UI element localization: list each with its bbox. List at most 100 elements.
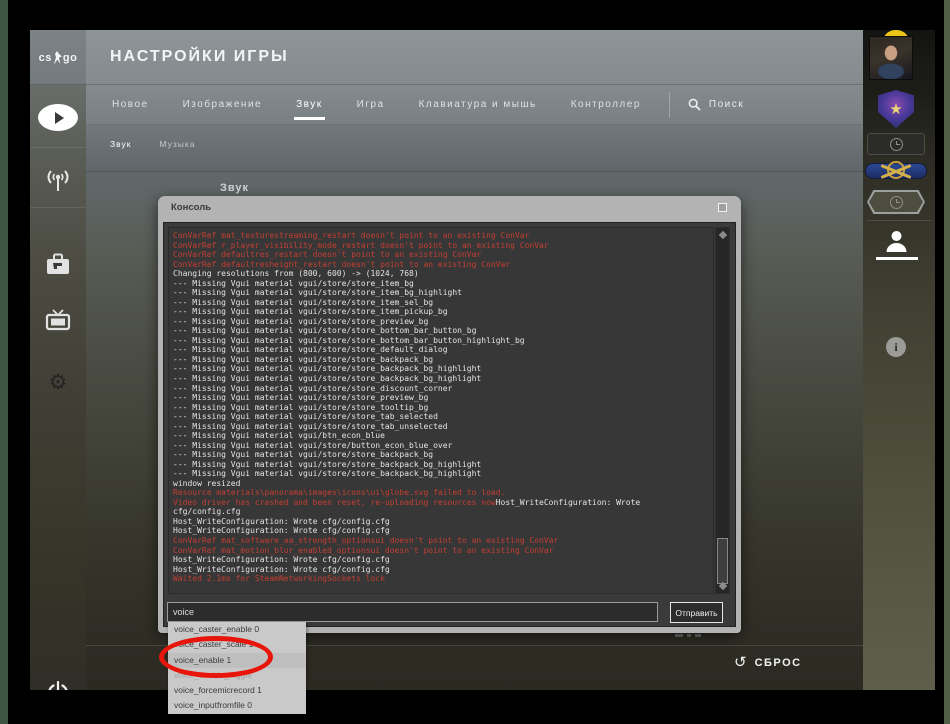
autocomplete-item[interactable]: voice_inputfromfile 0 <box>168 698 306 713</box>
console-line: --- Missing Vgui material vgui/store/sto… <box>173 469 713 479</box>
console-line: --- Missing Vgui material vgui/store/sto… <box>173 412 713 422</box>
sidebar-item-loadout[interactable] <box>30 253 86 277</box>
console-line: --- Missing Vgui material vgui/store/but… <box>173 441 713 451</box>
nav-tabs: Новое Изображение Звук Игра Клавиатура и мыш… <box>110 87 643 122</box>
tab-звук[interactable]: Звук <box>294 87 325 122</box>
autocomplete-item[interactable]: voice_enable 1 <box>168 653 306 668</box>
reset-label: СБРОС <box>755 657 802 669</box>
logo-go-text: go <box>63 52 77 64</box>
console-line: --- Missing Vgui material vgui/btn_econ_… <box>173 431 713 441</box>
console-line: Video driver has crashed and been reset,… <box>173 498 713 508</box>
subtab-музыка[interactable]: Музыка <box>159 139 195 149</box>
search-icon <box>688 98 701 111</box>
csgo-soldier-icon <box>53 51 62 65</box>
main-nav: Новое Изображение Звук Игра Клавиатура и мыш… <box>30 85 863 125</box>
window-restore-button[interactable] <box>718 203 727 212</box>
clock-icon <box>890 138 903 151</box>
info-icon: i <box>894 340 897 355</box>
avatar[interactable] <box>869 36 913 80</box>
rank-star-icon: ★ <box>889 100 902 118</box>
sidebar-item-play[interactable] <box>30 104 86 131</box>
autocomplete-item[interactable]: voice_forcemicrecord 1 <box>168 683 306 698</box>
left-sidebar: ⚙ <box>30 85 86 690</box>
console-line: ConVarRef mat_software_aa_strength_optio… <box>173 536 713 546</box>
console-line: --- Missing Vgui material vgui/store/sto… <box>173 298 713 308</box>
console-line: Waited 2.1ms for SteamNetworkingSockets … <box>173 574 713 584</box>
subtab-звук[interactable]: Звук <box>110 139 131 149</box>
console-line: --- Missing Vgui material vgui/store/sto… <box>173 288 713 298</box>
settings-gear-icon: ⚙ <box>49 372 68 392</box>
page-edge-right <box>944 0 950 724</box>
csgo-logo[interactable]: cs go <box>30 30 86 85</box>
right-sidebar: ★ i <box>863 30 935 690</box>
console-autocomplete-list: voice_caster_enable 0voice_caster_scale … <box>168 622 306 714</box>
hex-clock-slot[interactable] <box>867 190 925 214</box>
console-line: ConVarRef defaultres_restart doesn't poi… <box>173 250 713 260</box>
page-edge-left <box>0 0 8 724</box>
console-line: Changing resolutions from (800, 600) -> … <box>173 269 713 279</box>
scrollbar-thumb[interactable] <box>717 538 728 584</box>
sidebar-divider <box>30 147 86 148</box>
console-command-input[interactable] <box>167 602 658 622</box>
nav-divider <box>669 92 670 118</box>
sidebar-divider <box>30 207 86 208</box>
service-medal[interactable] <box>866 157 926 187</box>
power-icon <box>46 681 70 690</box>
console-line: Host_WriteConfiguration: Wrote cfg/confi… <box>173 565 713 575</box>
console-line: ConVarRef mat_motion_blur_enabled_option… <box>173 546 713 556</box>
profile-button[interactable] <box>883 228 910 255</box>
console-line: --- Missing Vgui material vgui/store/sto… <box>173 336 713 346</box>
console-line: cfg/config.cfg <box>173 507 713 517</box>
sidebar-item-watch[interactable] <box>30 309 86 333</box>
tab-контроллер[interactable]: Контроллер <box>569 87 643 122</box>
autocomplete-item[interactable]: voice_caster_scale 1 <box>168 637 306 652</box>
page-title: НАСТРОЙКИ ИГРЫ <box>110 48 289 66</box>
console-line: Host_WriteConfiguration: Wrote cfg/confi… <box>173 517 713 527</box>
scroll-up-arrow-icon[interactable] <box>719 231 727 239</box>
console-line: ConVarRef mat_texturestreaming_restart d… <box>173 231 713 241</box>
console-line: ConVarRef defaultresheight_restart doesn… <box>173 260 713 270</box>
console-line: --- Missing Vgui material vgui/store/sto… <box>173 384 713 394</box>
tab-клавиатура-и-мышь[interactable]: Клавиатура и мышь <box>417 87 539 122</box>
console-line: ConVarRef r_player_visibility_mode_resta… <box>173 241 713 251</box>
console-window: Консоль ConVarRef mat_texturestreaming_r… <box>158 196 741 633</box>
logo-cs-text: cs <box>39 52 52 64</box>
console-line: --- Missing Vgui material vgui/store/sto… <box>173 374 713 384</box>
autocomplete-item[interactable]: voice_enable_toggle <box>168 668 306 683</box>
tab-изображение[interactable]: Изображение <box>181 87 265 122</box>
console-scrollbar[interactable] <box>715 227 730 594</box>
window-resize-grip[interactable] <box>675 634 701 637</box>
console-line: --- Missing Vgui material vgui/store/sto… <box>173 326 713 336</box>
console-line: --- Missing Vgui material vgui/store/sto… <box>173 279 713 289</box>
top-zone: cs go НАСТРОЙКИ ИГРЫ НовоеИзображениеЗву… <box>30 30 863 172</box>
reset-history-icon: ↺ <box>734 655 747 670</box>
console-line: --- Missing Vgui material vgui/store/sto… <box>173 307 713 317</box>
sidebar-item-quit[interactable] <box>30 681 86 690</box>
clock-slot[interactable] <box>867 133 925 155</box>
clock-icon <box>890 196 903 209</box>
console-line: --- Missing Vgui material vgui/store/sto… <box>173 364 713 374</box>
reset-button[interactable]: ↺ СБРОС <box>734 655 802 670</box>
console-line: window resized <box>173 479 713 489</box>
submit-button[interactable]: Отправить <box>670 602 723 623</box>
console-line: --- Missing Vgui material vgui/store/sto… <box>173 345 713 355</box>
watch-tv-icon <box>44 309 72 333</box>
tab-новое[interactable]: Новое <box>110 87 151 122</box>
broadcast-icon <box>44 167 72 193</box>
tab-игра[interactable]: Игра <box>355 87 387 122</box>
search-button[interactable]: Поиск <box>688 98 744 111</box>
sidebar-item-settings[interactable]: ⚙ <box>30 372 86 392</box>
section-title: Звук <box>220 182 249 194</box>
console-line: --- Missing Vgui material vgui/store/sto… <box>173 422 713 432</box>
loadout-icon <box>45 253 71 277</box>
rank-shield-badge[interactable]: ★ <box>878 90 914 128</box>
console-line: Resource materials\panorama\images\icons… <box>173 488 713 498</box>
console-line: --- Missing Vgui material vgui/store/sto… <box>173 317 713 327</box>
profile-icon <box>883 228 910 255</box>
sidebar-item-broadcast[interactable] <box>30 167 86 193</box>
autocomplete-item[interactable]: voice_caster_enable 0 <box>168 622 306 637</box>
sidebar-divider <box>867 220 931 221</box>
sub-nav: Звук Музыка <box>30 125 863 172</box>
console-line: --- Missing Vgui material vgui/store/sto… <box>173 355 713 365</box>
info-button[interactable]: i <box>886 337 906 357</box>
